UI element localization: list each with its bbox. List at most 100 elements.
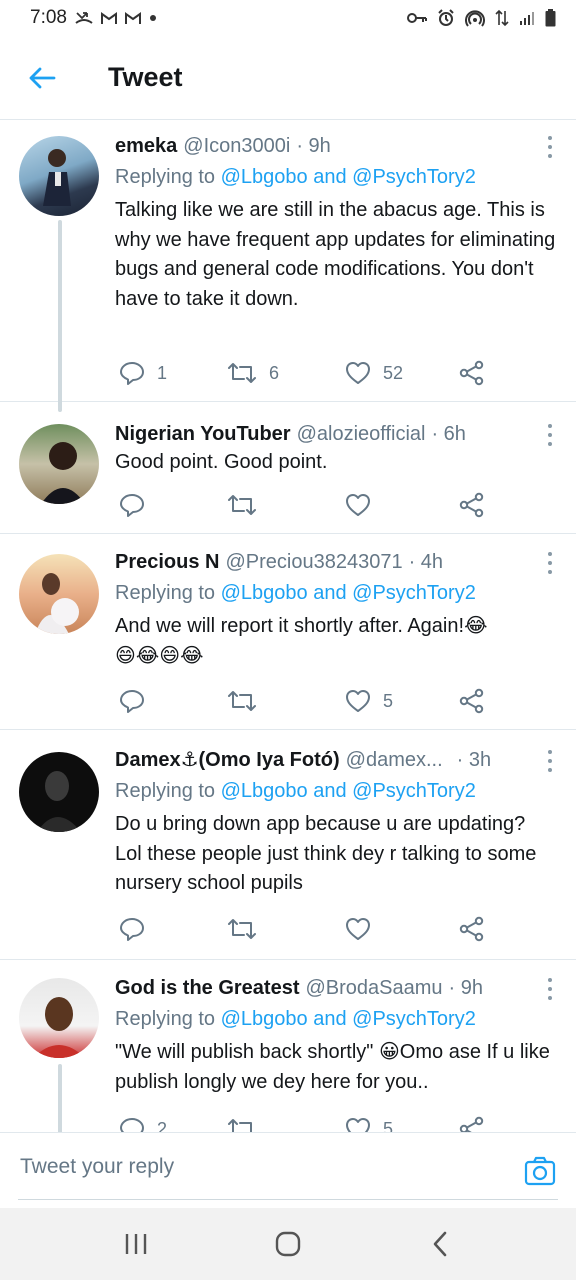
share-button[interactable] (459, 1114, 485, 1132)
heart-icon (346, 1118, 370, 1132)
reply-button[interactable] (119, 914, 157, 944)
back-nav-button[interactable] (410, 1214, 470, 1274)
like-button[interactable]: 5 (345, 686, 393, 716)
share-icon (459, 492, 484, 518)
app-header: Tweet (0, 36, 576, 120)
author-handle[interactable]: @damex... (346, 746, 443, 774)
tweet-text: Do u bring down app because u are updati… (115, 813, 537, 894)
thread-line (58, 220, 62, 412)
avatar[interactable] (19, 424, 99, 504)
more-options-icon[interactable] (546, 750, 554, 772)
tweet-item[interactable]: God is the Greatest @BrodaSaamu · 9h Rep… (0, 960, 576, 1132)
author-name[interactable]: Precious N (115, 548, 219, 576)
reply-icon (120, 362, 144, 385)
replying-to-link[interactable]: @Lbgobo and @PsychTory2 (221, 166, 476, 188)
tweet-feed[interactable]: emeka @Icon3000i · 9h Replying to @Lbgob… (0, 120, 576, 1132)
reply-button[interactable]: 1 (119, 358, 167, 388)
share-icon (459, 688, 484, 714)
avatar[interactable] (19, 554, 99, 634)
emoji: 😂 (464, 615, 488, 637)
more-options-icon[interactable] (546, 552, 554, 574)
retweet-icon (228, 1119, 252, 1132)
author-handle[interactable]: @alozieofficial (297, 420, 426, 448)
tweet-item[interactable]: Precious N @Preciou38243071 · 4h Replyin… (0, 534, 576, 730)
retweet-button[interactable]: 6 (227, 358, 279, 388)
author-name[interactable]: Damex⚓(Omo Iya Fotó) (115, 746, 340, 774)
replying-to: Replying to @Lbgobo and @PsychTory2 (115, 776, 556, 806)
tweet-time: · 4h (408, 551, 444, 573)
share-icon (459, 916, 484, 942)
replying-to-link[interactable]: @Lbgobo and @PsychTory2 (221, 582, 476, 604)
tweet-item[interactable]: emeka @Icon3000i · 9h Replying to @Lbgob… (0, 120, 576, 412)
tweet-text: "We will publish back shortly" 😀Omo ase … (115, 1038, 556, 1097)
more-options-icon[interactable] (546, 978, 554, 1000)
like-count: 5 (383, 690, 394, 711)
retweet-button[interactable] (227, 490, 269, 520)
share-button[interactable] (459, 914, 485, 944)
thread-line (58, 1064, 62, 1132)
retweet-button[interactable] (227, 914, 269, 944)
tweet-time: · 6h (431, 423, 466, 445)
share-icon (459, 360, 484, 386)
back-button[interactable] (0, 36, 84, 120)
like-button[interactable] (345, 490, 383, 520)
like-button[interactable] (345, 914, 383, 944)
reply-count: 2 (157, 1118, 168, 1133)
heart-icon (346, 918, 370, 940)
like-button[interactable]: 5 (345, 1114, 393, 1132)
page-title: Tweet (108, 62, 183, 92)
reply-button[interactable] (119, 686, 157, 716)
reply-icon (120, 1118, 144, 1132)
emoji: 😄😂😄😂 (115, 644, 204, 667)
share-button[interactable] (459, 686, 485, 716)
avatar[interactable] (19, 752, 99, 832)
dot-icon (149, 14, 157, 22)
home-icon (275, 1231, 301, 1257)
author-name[interactable]: emeka (115, 132, 177, 160)
replying-to-link[interactable]: @Lbgobo and @PsychTory2 (221, 1008, 476, 1030)
reply-icon (120, 918, 144, 941)
tweet-item[interactable]: Nigerian YouTuber @alozieofficial · 6h G… (0, 402, 576, 534)
author-handle[interactable]: @Preciou38243071 (225, 548, 402, 576)
retweet-button[interactable] (227, 686, 269, 716)
author-handle[interactable]: @Icon3000i (183, 132, 290, 160)
home-button[interactable] (258, 1214, 318, 1274)
heart-icon (346, 690, 370, 712)
reply-input[interactable]: Tweet your reply (20, 1155, 174, 1179)
reply-icon (120, 494, 144, 517)
share-button[interactable] (459, 490, 485, 520)
hotspot-icon (465, 9, 485, 27)
author-handle[interactable]: @BrodaSaamu (306, 974, 443, 1002)
gmail-icon (100, 11, 117, 25)
author-name[interactable]: Nigerian YouTuber (115, 420, 291, 448)
replying-prefix: Replying to (115, 582, 221, 604)
like-button[interactable]: 52 (345, 358, 403, 388)
tweet-time: · 3h (456, 749, 492, 771)
tweet-text: Talking like we are still in the abacus … (115, 199, 556, 310)
avatar[interactable] (19, 136, 99, 216)
author-name[interactable]: God is the Greatest (115, 974, 300, 1002)
tweet-text: And we will report it shortly after. Aga… (115, 612, 556, 671)
recent-apps-button[interactable] (106, 1214, 166, 1274)
more-options-icon[interactable] (546, 136, 554, 158)
reply-button[interactable]: 2 (119, 1114, 167, 1132)
signal-icon (519, 10, 535, 26)
retweet-button[interactable] (227, 1114, 269, 1132)
camera-button[interactable] (524, 1155, 556, 1187)
reply-icon (120, 690, 144, 713)
replying-to-link[interactable]: @Lbgobo and @PsychTory2 (221, 780, 476, 802)
reply-button[interactable] (119, 490, 157, 520)
share-button[interactable] (459, 358, 485, 388)
more-options-icon[interactable] (546, 424, 554, 446)
gmail-icon (124, 11, 141, 25)
tweet-actions (115, 490, 495, 520)
heart-icon (346, 362, 370, 384)
tweet-item[interactable]: Damex⚓(Omo Iya Fotó) @damex... · 3h Repl… (0, 730, 576, 960)
avatar[interactable] (19, 978, 99, 1058)
camera-icon (524, 1156, 556, 1186)
retweet-icon (228, 919, 256, 939)
recent-apps-icon (125, 1234, 147, 1254)
missed-call-icon (75, 10, 93, 26)
heart-icon (346, 494, 370, 516)
like-count: 52 (383, 362, 404, 383)
